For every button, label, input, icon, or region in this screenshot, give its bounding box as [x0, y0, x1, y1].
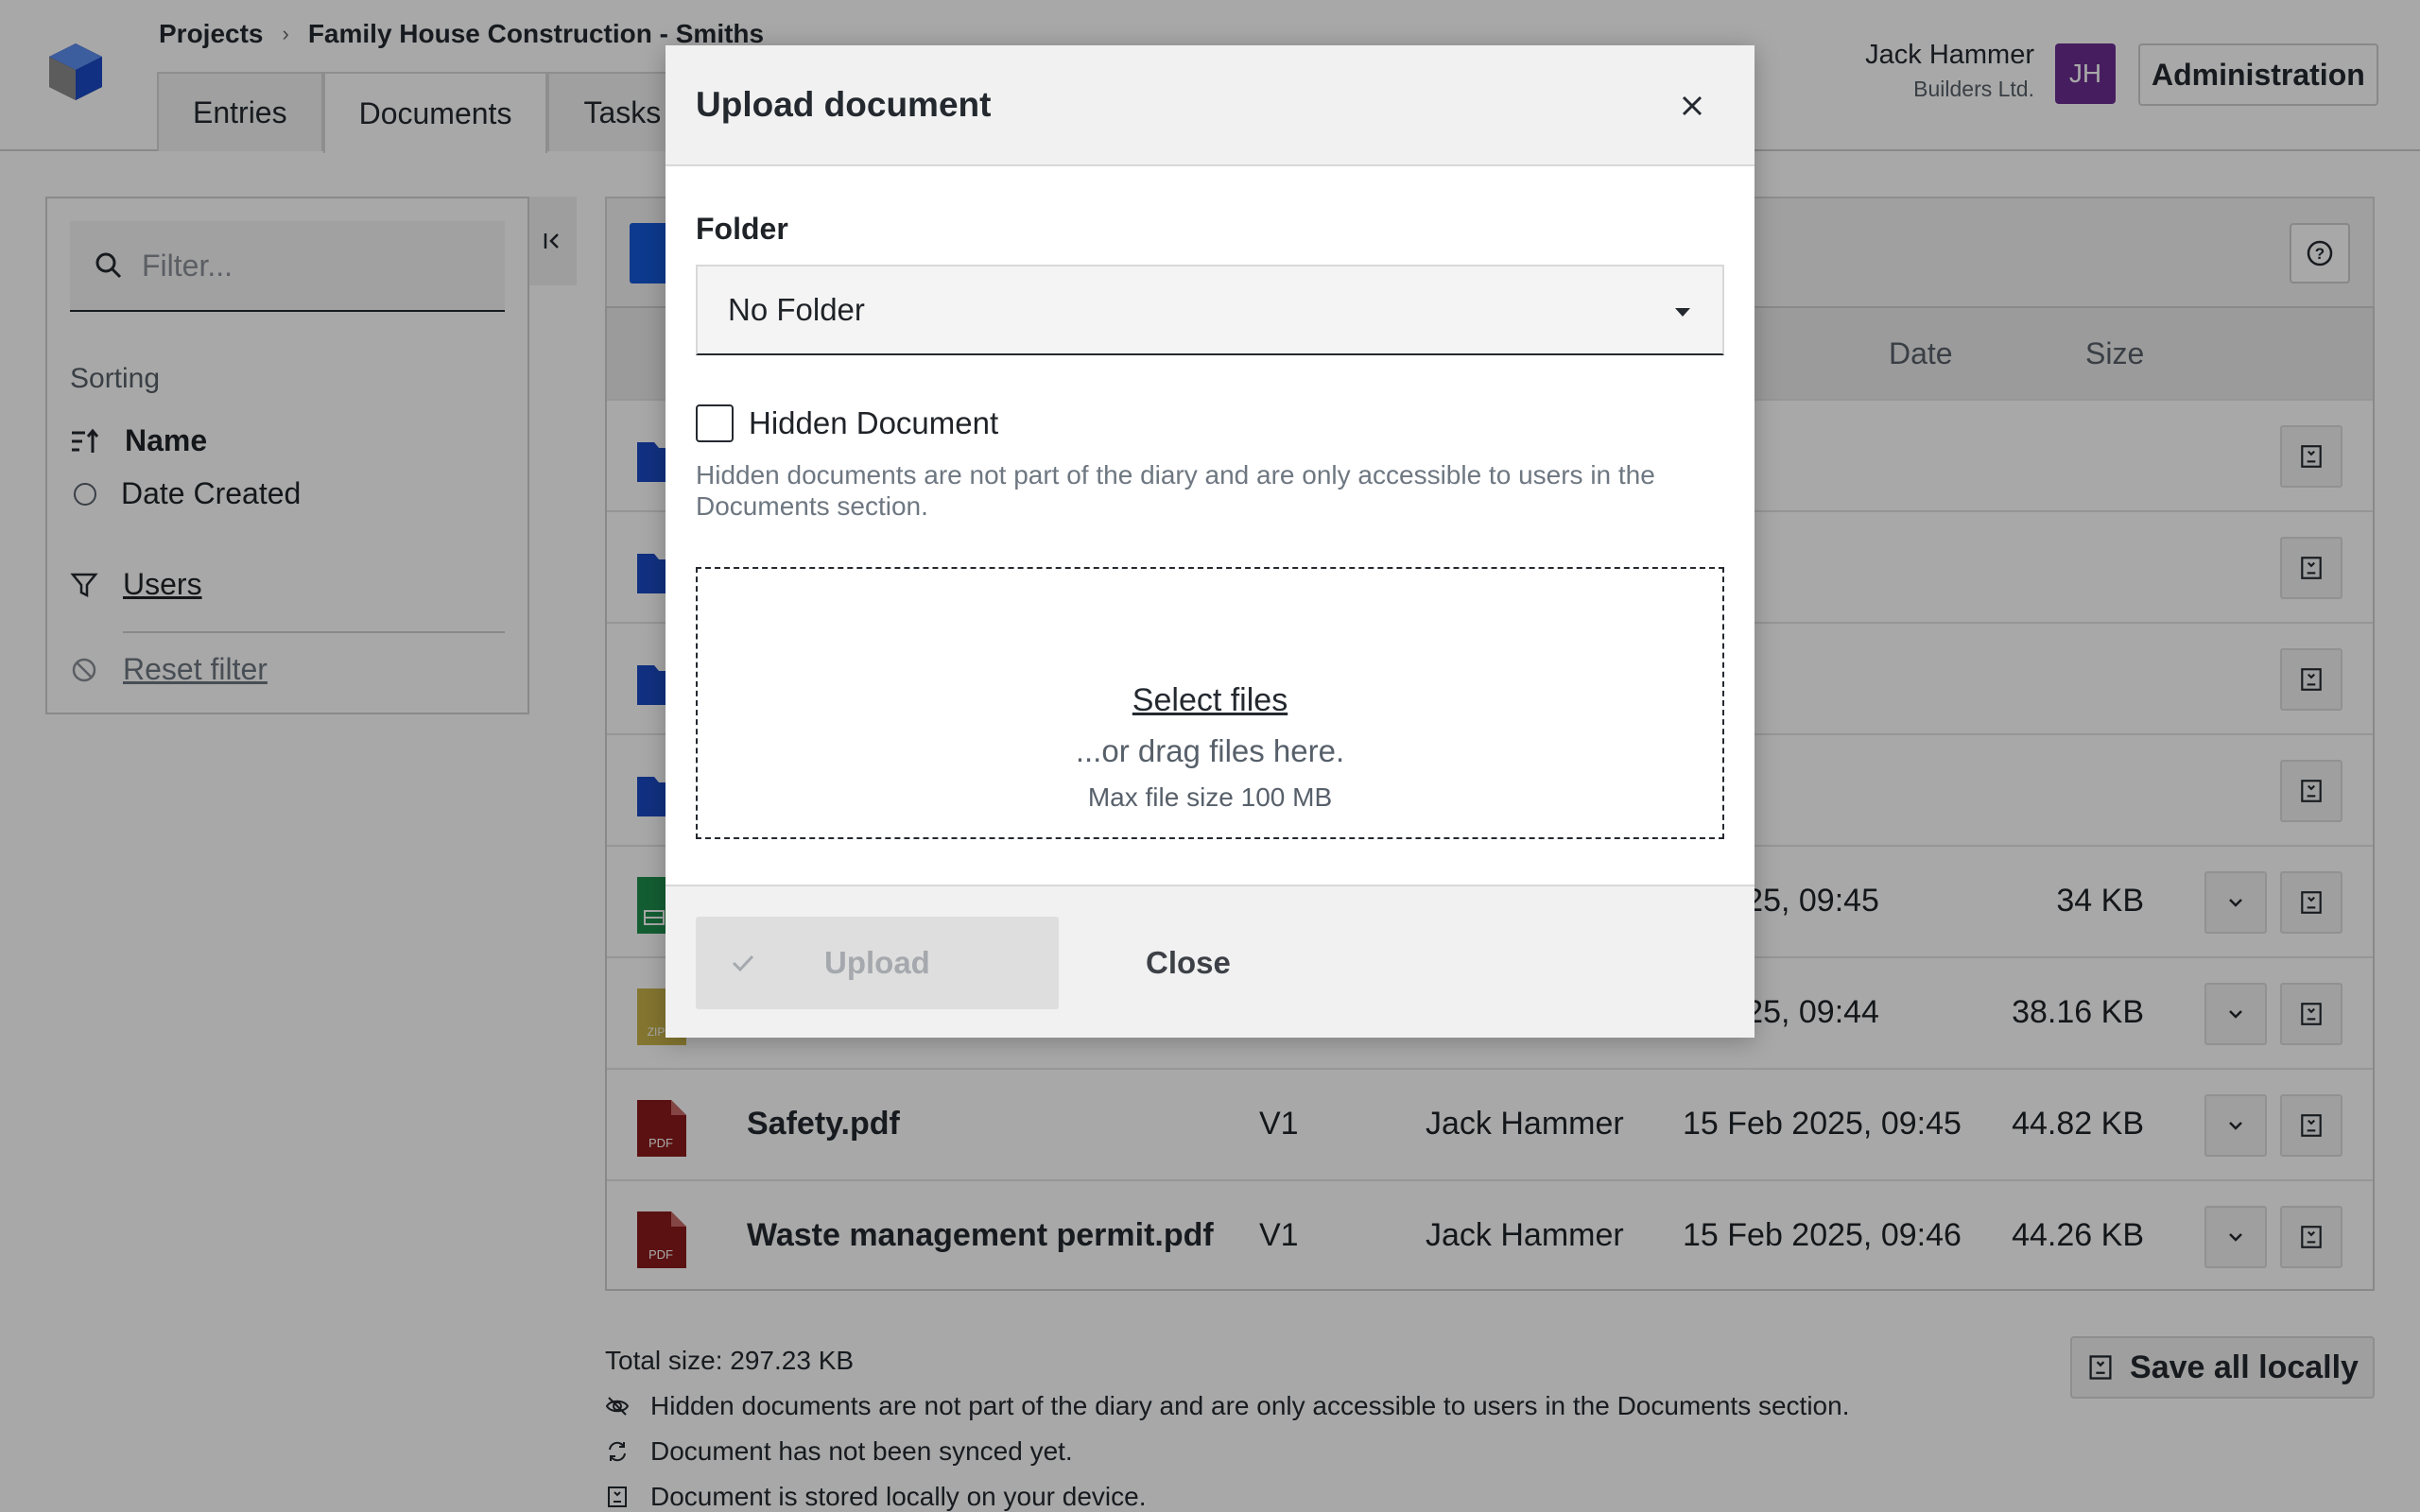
- hidden-document-checkbox[interactable]: [696, 404, 734, 442]
- hidden-document-option[interactable]: Hidden Document: [696, 404, 998, 442]
- upload-button-label: Upload: [824, 945, 930, 980]
- file-dropzone[interactable]: Select files ...or drag files here. Max …: [696, 567, 1724, 839]
- close-icon[interactable]: [1675, 89, 1709, 123]
- drag-files-text: ...or drag files here.: [1075, 733, 1345, 768]
- max-file-size-text: Max file size 100 MB: [1087, 782, 1333, 812]
- dialog-footer: Upload Close: [666, 885, 1754, 1038]
- select-files-link[interactable]: Select files: [698, 682, 1722, 719]
- upload-document-dialog: Upload document Folder No Folder Hidden …: [666, 45, 1754, 1038]
- dialog-header: Upload document: [666, 45, 1754, 166]
- hidden-document-label: Hidden Document: [749, 405, 999, 440]
- folder-select-value: No Folder: [728, 292, 865, 327]
- hidden-document-help: Hidden documents are not part of the dia…: [696, 460, 1655, 521]
- dialog-title: Upload document: [696, 85, 992, 124]
- folder-select[interactable]: No Folder: [696, 265, 1724, 355]
- folder-label: Folder: [696, 212, 788, 246]
- close-button[interactable]: Close: [1123, 917, 1253, 1009]
- upload-button[interactable]: Upload: [696, 917, 1059, 1009]
- check-icon: [732, 954, 754, 972]
- caret-down-icon: [1675, 308, 1690, 317]
